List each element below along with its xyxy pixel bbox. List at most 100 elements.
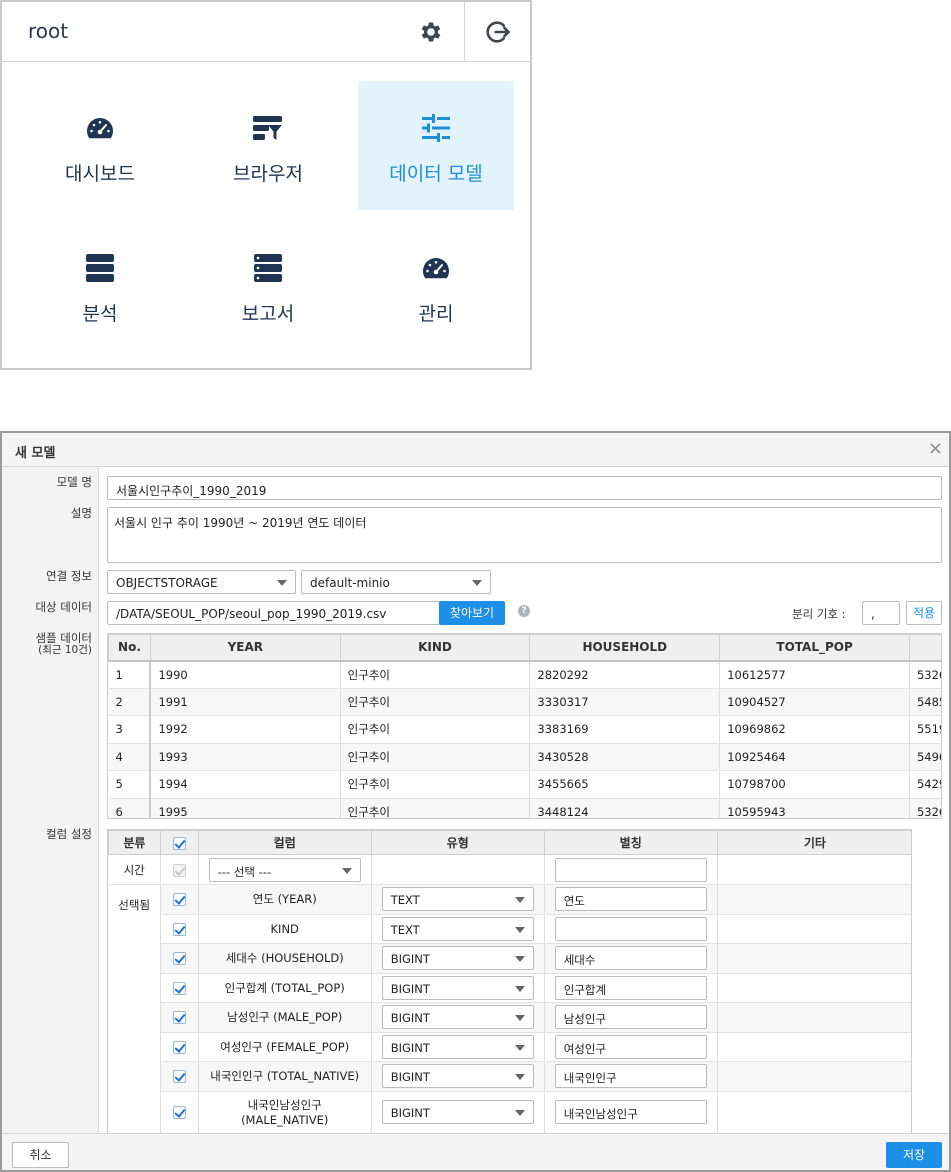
col-header-check[interactable] — [159, 830, 199, 855]
column-alias-input[interactable]: 연도 — [554, 887, 707, 912]
sample-cell: 인구추이 — [340, 743, 531, 771]
sample-cell: 10904527 — [719, 688, 910, 716]
column-alias-input[interactable]: 세대수 — [554, 946, 707, 971]
column-setting-label: 컬럼 설정 — [46, 827, 92, 841]
column-alias-input[interactable]: 여성인구 — [554, 1034, 707, 1059]
sample-cell: 3330317 — [529, 688, 721, 716]
connection-type-select[interactable]: OBJECTSTORAGE — [107, 570, 296, 594]
sample-cell: 10612577 — [719, 660, 910, 689]
column-type-select[interactable]: BIGINT — [381, 946, 534, 971]
select-all-checkbox[interactable] — [172, 836, 186, 850]
column-type-select[interactable]: TEXT — [381, 916, 534, 941]
column-type-value: BIGINT — [390, 1040, 430, 1055]
column-etc — [717, 1061, 911, 1092]
connection-name-select[interactable]: default-minio — [301, 570, 491, 594]
column-type-select[interactable]: BIGINT — [381, 1100, 534, 1124]
model-name-label: 모델 명 — [56, 475, 92, 489]
menu-item-admin[interactable]: 관리 — [358, 221, 514, 350]
column-row: 선택됨 연도 (YEAR) TEXT 연도 — [108, 884, 911, 1134]
column-row: 인구합계 (TOTAL_POP) BIGINT 인구합계 — [109, 973, 911, 1003]
column-checkbox[interactable] — [172, 922, 186, 936]
column-name: 인구합계 (TOTAL_POP) — [198, 973, 372, 1003]
column-checkbox[interactable] — [172, 1011, 186, 1025]
settings-button[interactable] — [398, 2, 464, 62]
column-row: 내국인남성인구 (MALE_NATIVE) BIGINT 내국인남성인구 — [109, 1091, 911, 1134]
menu-label: 보고서 — [241, 303, 295, 325]
column-alias-input[interactable]: 내국인남성인구 — [554, 1100, 707, 1124]
column-checkbox[interactable] — [172, 1106, 186, 1119]
column-alias-input[interactable]: 내국인인구 — [554, 1064, 707, 1089]
column-type-select[interactable]: BIGINT — [381, 1034, 534, 1059]
logout-button[interactable] — [464, 2, 530, 62]
column-row: KIND TEXT — [109, 914, 911, 944]
column-checkbox[interactable] — [172, 952, 186, 966]
menu-item-report[interactable]: 보고서 — [190, 221, 346, 350]
target-path-input[interactable]: /DATA/SEOUL_POP/seoul_pop_1990_2019.csv — [107, 601, 440, 625]
menu-item-dashboard[interactable]: 대시보드 — [22, 81, 178, 210]
browse-button[interactable]: 찾아보기 — [439, 601, 505, 625]
column-checkbox[interactable] — [172, 1070, 186, 1084]
column-type-value: BIGINT — [390, 1011, 430, 1026]
chevron-down-icon — [514, 1074, 525, 1081]
sample-cell: 10969862 — [719, 715, 910, 744]
apply-button[interactable]: 적용 — [906, 601, 942, 625]
column-alias-input[interactable]: 인구합계 — [554, 975, 707, 1000]
model-name-input[interactable]: 서울시인구추이_1990_2019 — [107, 476, 942, 500]
time-select-value: --- 선택 --- — [217, 864, 272, 879]
column-name: 연도 (YEAR) — [198, 884, 372, 915]
column-type-select[interactable]: BIGINT — [381, 975, 534, 1000]
time-checkbox — [172, 863, 186, 877]
connection-type-value: OBJECTSTORAGE — [116, 576, 218, 590]
chevron-down-icon — [514, 1044, 525, 1051]
col-header-alias: 별칭 — [543, 830, 718, 855]
column-checkbox[interactable] — [172, 1040, 186, 1054]
column-alias-input[interactable] — [554, 916, 707, 941]
chevron-down-icon — [472, 580, 482, 586]
sample-cell: 1992 — [150, 715, 341, 744]
gear-icon — [421, 22, 441, 42]
column-checkbox[interactable] — [172, 893, 186, 907]
time-column-select[interactable]: --- 선택 --- — [208, 857, 361, 882]
new-model-dialog: 새 모델 × 모델 명 설명 연결 정보 대상 데이터 샘플 데이터 (최근 1… — [0, 431, 951, 1172]
column-row: 여성인구 (FEMALE_POP) BIGINT 여성인구 — [109, 1032, 911, 1062]
sample-cell: 5485 — [909, 688, 941, 716]
cancel-button[interactable]: 취소 — [12, 1142, 69, 1168]
column-alias-input[interactable]: 남성인구 — [554, 1005, 707, 1030]
column-name: 내국인인구 (TOTAL_NATIVE) — [198, 1061, 372, 1092]
menu-item-analysis[interactable]: 분석 — [22, 221, 178, 350]
help-icon[interactable]: ? — [518, 605, 530, 617]
dialog-title-bar: 새 모델 × — [2, 433, 949, 467]
column-type-select[interactable]: BIGINT — [381, 1064, 534, 1089]
column-etc — [717, 973, 911, 1003]
column-etc — [717, 943, 911, 974]
table-row: 11990인구추이2820292106125775326 — [108, 660, 941, 689]
time-alias-input[interactable] — [554, 857, 707, 882]
sample-header-cell: TOTAL_POP — [719, 634, 910, 662]
column-type-select[interactable]: TEXT — [381, 887, 534, 912]
list-icon — [254, 254, 282, 282]
description-label: 설명 — [70, 506, 92, 520]
stack-icon — [86, 254, 114, 282]
sample-header-cell — [908, 634, 941, 662]
column-etc — [717, 1091, 911, 1134]
time-category: 시간 — [108, 854, 161, 885]
description-textarea[interactable]: 서울시 인구 추이 1990년 ~ 2019년 연도 데이터 — [107, 507, 942, 563]
menu-item-browser[interactable]: 브라우저 — [190, 81, 346, 210]
sample-cell: 10595943 — [719, 798, 910, 818]
dialog-footer: 취소 저장 — [2, 1133, 949, 1170]
column-etc — [717, 884, 911, 915]
separator-input[interactable]: , — [862, 601, 900, 625]
column-type-value: BIGINT — [390, 952, 430, 967]
close-icon[interactable]: × — [928, 440, 943, 458]
save-button[interactable]: 저장 — [886, 1142, 942, 1168]
sample-cell: 5496 — [909, 743, 941, 771]
sample-cell: 인구추이 — [340, 715, 531, 744]
sample-cell: 1995 — [150, 798, 341, 818]
menu-item-data-model[interactable]: 데이터 모델 — [358, 81, 514, 210]
sample-cell: 5519 — [909, 715, 941, 744]
filter-list-icon — [253, 116, 282, 140]
sliders-icon — [422, 114, 450, 142]
sample-cell: 5326 — [909, 660, 941, 689]
column-type-select[interactable]: BIGINT — [381, 1005, 534, 1030]
column-checkbox[interactable] — [172, 981, 186, 995]
